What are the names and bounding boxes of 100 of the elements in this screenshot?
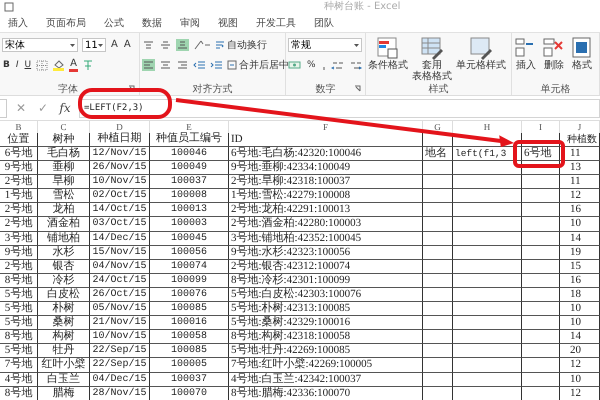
table-cell: 6号地 xyxy=(522,147,560,162)
table-cell: 6号地 xyxy=(0,147,38,162)
table-cell: 9号地:水杉:42323:100056 xyxy=(229,246,423,260)
merge-center-button[interactable]: 合并后居中 xyxy=(227,58,289,72)
insert-function-button[interactable]: fx xyxy=(57,101,73,115)
table-cell: 5号地 xyxy=(0,302,38,316)
table-cell: 7号地 xyxy=(0,358,38,372)
table-cell: 10 xyxy=(560,372,600,387)
conditional-format-button[interactable]: 条件格式 xyxy=(368,36,408,71)
table-cell: 10 xyxy=(560,217,600,232)
table-cell: 3号地:铺地柏:42352:100045 xyxy=(229,232,423,246)
table-cell: 100085 xyxy=(150,344,229,358)
table-cell: 10/Nov/15 xyxy=(90,175,150,190)
table-cell: 04/Nov/15 xyxy=(90,260,150,274)
table-cell: 21/Nov/15 xyxy=(90,316,150,330)
ribbon-tab[interactable]: 数据 xyxy=(142,15,162,31)
table-cell: 19 xyxy=(560,246,600,260)
bold-button[interactable]: B xyxy=(2,59,11,71)
table-cell: 构树 xyxy=(38,330,90,344)
table-cell: 6号地:毛白杨:42320:100046 xyxy=(229,147,423,162)
increase-font-button[interactable]: A xyxy=(110,39,119,51)
table-cell: 28/Nov/15 xyxy=(90,386,150,400)
table-cell: 牡丹 xyxy=(38,344,90,358)
ribbon-tab[interactable]: 插入 xyxy=(8,15,28,31)
table-cell: 16 xyxy=(560,274,600,288)
table-cell: 100099 xyxy=(150,274,229,288)
table-cell: 10 xyxy=(560,316,600,330)
table-cell: 100037 xyxy=(150,175,229,190)
format-button[interactable]: 格式 xyxy=(570,36,594,71)
format-as-table-button[interactable]: 套用 表格格式 xyxy=(412,36,452,82)
ribbon-tab[interactable]: 开发工具 xyxy=(256,15,296,31)
table-cell: 9号地 xyxy=(0,161,38,176)
table-cell: 18 xyxy=(560,288,600,302)
table-cell: 种植数 xyxy=(560,133,600,147)
group-label: 样式 xyxy=(428,82,448,96)
font-color-button[interactable]: A xyxy=(69,58,78,72)
ribbon-tab[interactable]: 团队 xyxy=(314,15,334,31)
table-cell: 8号地 xyxy=(0,386,38,400)
table-cell: 100016 xyxy=(150,316,229,330)
insert-button[interactable]: 插入 xyxy=(514,36,538,71)
table-cell: 2号地:龙柏:42291:100013 xyxy=(229,203,423,218)
table-cell: left(f1,3 xyxy=(453,147,522,162)
table-cell: 1号地:雪松:42279:100008 xyxy=(229,189,423,204)
table-cell: 种值员工编号 xyxy=(150,133,229,147)
font-name-dropdown[interactable]: 宋体 xyxy=(2,38,78,52)
table-cell: 12 xyxy=(560,386,600,400)
delete-button[interactable]: 删除 xyxy=(542,36,566,71)
table-cell: 04/Dec/15 xyxy=(90,372,150,387)
table-cell: 5号地 xyxy=(0,288,38,302)
ribbon-tab[interactable]: 公式 xyxy=(104,15,124,31)
table-cell: 红叶小檗 xyxy=(38,358,90,372)
table-cell: 26/Oct/15 xyxy=(90,288,150,302)
table-cell: 树种 xyxy=(38,133,90,147)
table-cell: 100008 xyxy=(150,189,229,204)
percent-button[interactable]: % xyxy=(306,59,317,71)
table-cell: 15/Nov/15 xyxy=(90,246,150,260)
table-cell: 8号地:构树:42318:100058 xyxy=(229,330,423,344)
table-cell: 5号地:白皮松:42303:100076 xyxy=(229,288,423,302)
table-cell: 1号地 xyxy=(0,189,38,204)
table-cell: 3号地 xyxy=(0,232,38,246)
table-cell: 05/Nov/15 xyxy=(90,302,150,316)
table-cell: 2号地:旱柳:42318:100037 xyxy=(229,175,423,190)
table-cell: 5号地:桑树:42329:100016 xyxy=(229,316,423,330)
table-cell: 2号地 xyxy=(0,260,38,274)
ribbon-tab[interactable]: 页面布局 xyxy=(46,15,86,31)
table-cell: 100070 xyxy=(150,386,229,400)
font-size-dropdown[interactable]: 11 xyxy=(82,38,106,52)
cell-styles-button[interactable]: 单元格样式 xyxy=(456,36,506,71)
table-cell: 8号地 xyxy=(0,274,38,288)
ribbon-tab[interactable]: 视图 xyxy=(218,15,238,31)
table-cell: 11 xyxy=(560,175,600,190)
table-cell: 9号地 xyxy=(0,246,38,260)
wrap-text-button[interactable]: 自动换行 xyxy=(215,38,267,52)
table-cell: 水杉 xyxy=(38,246,90,260)
table-cell: 10/Nov/15 xyxy=(90,330,150,344)
table-cell: 位置 xyxy=(0,133,38,147)
formula-field[interactable]: =LEFT(F2,3) xyxy=(79,98,600,118)
group-label: 数字 xyxy=(316,82,336,96)
table-cell: 4号地:白玉兰:42342:100037 xyxy=(229,372,423,387)
table-cell: 12/Nov/15 xyxy=(90,147,150,162)
table-cell: 22/Sep/15 xyxy=(90,344,150,358)
table-cell: 毛白杨 xyxy=(38,147,90,162)
underline-button[interactable]: U xyxy=(24,59,32,71)
table-cell: 2号地:酒金柏:42280:100003 xyxy=(229,217,423,232)
decrease-font-button[interactable]: A xyxy=(122,39,132,51)
number-format-dropdown[interactable]: 常规 xyxy=(288,38,362,52)
table-cell: 12 xyxy=(560,358,600,372)
ribbon-tab[interactable]: 审阅 xyxy=(180,15,200,31)
table-cell: 银杏 xyxy=(38,260,90,274)
table-cell: 腊梅 xyxy=(38,386,90,400)
table-cell: 铺地柏 xyxy=(38,232,90,246)
table-cell: 冷杉 xyxy=(38,274,90,288)
table-cell: 朴树 xyxy=(38,302,90,316)
table-cell: 22/Sep/15 xyxy=(90,358,150,372)
italic-button[interactable]: I xyxy=(14,59,20,71)
table-cell: 03/Oct/15 xyxy=(90,217,150,232)
table-cell: 8号地 xyxy=(0,330,38,344)
table-cell: 桑树 xyxy=(38,316,90,330)
table-cell: 100013 xyxy=(150,203,229,218)
table-cell: 14 xyxy=(560,232,600,246)
